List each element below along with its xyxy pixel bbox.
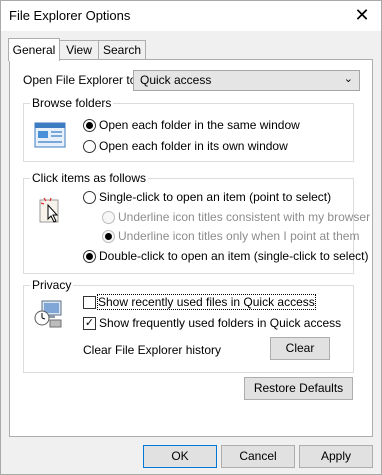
open-explorer-select[interactable]: Quick access ⌄	[133, 70, 360, 91]
open-explorer-value: Quick access	[140, 73, 212, 87]
option-double-click-label[interactable]: Double-click to open an item (single-cli…	[99, 249, 368, 263]
restore-defaults-button[interactable]: Restore Defaults	[244, 377, 353, 400]
radio-underline-point[interactable]	[102, 230, 115, 243]
open-explorer-label: Open File Explorer to:	[23, 73, 140, 87]
ok-button[interactable]: OK	[143, 445, 217, 468]
clear-history-label: Clear File Explorer history	[83, 343, 222, 357]
option-own-window-label[interactable]: Open each folder in its own window	[99, 139, 288, 153]
privacy-title: Privacy	[30, 278, 74, 292]
chevron-down-icon: ⌄	[343, 73, 353, 85]
tab-general[interactable]: General	[8, 38, 60, 61]
folder-window-icon	[34, 122, 66, 148]
tab-view[interactable]: View	[58, 40, 100, 60]
radio-own-window[interactable]	[83, 140, 96, 153]
click-items-group: Click items as follows Single-click to o…	[23, 171, 370, 274]
recent-files-label[interactable]: Show recently used files in Quick access	[97, 294, 316, 310]
browse-folders-group: Browse folders Open each folder in the s…	[23, 96, 354, 162]
tab-search[interactable]: Search	[98, 40, 146, 60]
checkbox-frequent-folders[interactable]: ✓	[83, 317, 96, 330]
frequent-folders-label[interactable]: Show frequently used folders in Quick ac…	[99, 316, 341, 330]
privacy-computer-icon	[34, 300, 62, 328]
option-underline-point-label[interactable]: Underline icon titles only when I point …	[118, 229, 359, 243]
option-same-window-label[interactable]: Open each folder in the same window	[99, 118, 300, 132]
window-title: File Explorer Options	[9, 8, 131, 23]
checkbox-recent-files[interactable]	[83, 296, 96, 309]
browse-folders-title: Browse folders	[30, 96, 114, 110]
privacy-group: Privacy Show recently used files in Quic…	[23, 278, 354, 373]
cursor-click-icon	[39, 197, 59, 223]
close-icon[interactable]: ✕	[353, 6, 371, 24]
radio-double-click[interactable]	[83, 250, 96, 263]
option-single-click-label[interactable]: Single-click to open an item (point to s…	[99, 190, 331, 204]
apply-button[interactable]: Apply	[299, 445, 373, 468]
option-underline-browser-label[interactable]: Underline icon titles consistent with my…	[118, 210, 370, 224]
radio-same-window[interactable]	[83, 119, 96, 132]
radio-underline-browser[interactable]	[102, 211, 115, 224]
clear-history-button[interactable]: Clear	[270, 337, 330, 360]
general-tab-panel: Open File Explorer to: Quick access ⌄ Br…	[9, 59, 373, 437]
file-explorer-options-dialog: File Explorer Options ✕ General View Sea…	[0, 0, 382, 475]
click-items-title: Click items as follows	[30, 171, 149, 185]
cancel-button[interactable]: Cancel	[221, 445, 295, 468]
radio-single-click[interactable]	[83, 191, 96, 204]
title-bar: File Explorer Options ✕	[1, 1, 381, 31]
